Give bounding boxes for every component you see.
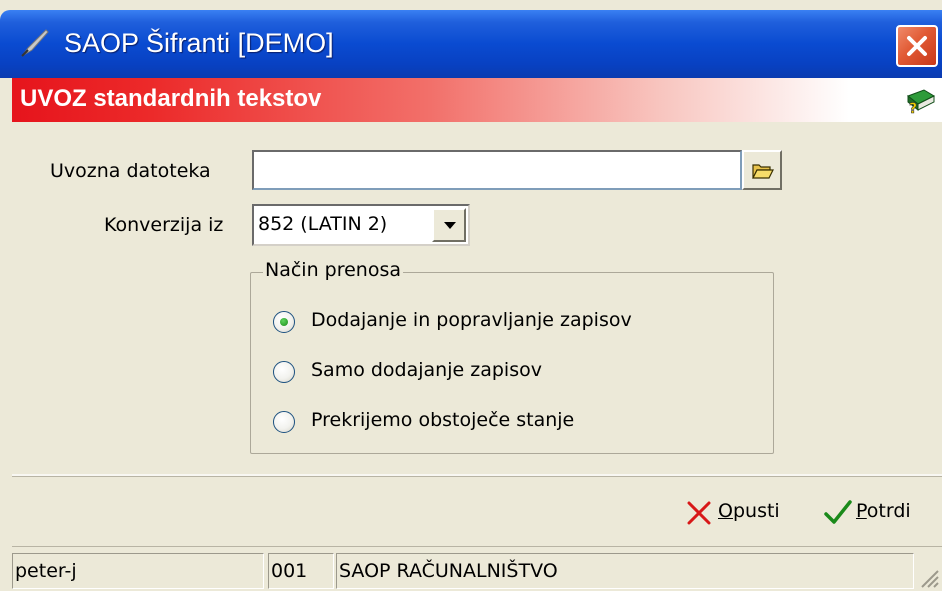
folder-open-icon	[752, 164, 774, 179]
transfer-mode-group: Način prenosa Dodajanje in popravljanje …	[250, 259, 774, 454]
cancel-button[interactable]: Opusti	[686, 498, 798, 530]
browse-button[interactable]	[742, 150, 782, 190]
group-legend: Način prenosa	[263, 259, 404, 281]
import-form: Uvozna datoteka Konverzija iz 852 (LATIN…	[12, 122, 942, 474]
feather-pen-icon	[21, 29, 49, 57]
status-user: peter-j	[12, 553, 264, 589]
cancel-accel: O	[718, 500, 733, 522]
svg-text:?: ?	[909, 101, 917, 117]
cancel-label: pusti	[732, 500, 780, 522]
title-bar[interactable]: SAOP Šifranti [DEMO]	[0, 10, 942, 78]
radio-selected-dot	[280, 318, 288, 326]
radio-label: Prekrijemo obstoječe stanje	[311, 409, 575, 431]
window-title: SAOP Šifranti [DEMO]	[64, 28, 334, 58]
resize-grip-icon[interactable]	[916, 565, 940, 589]
confirm-button[interactable]: Potrdi	[824, 498, 928, 530]
dialog-title: UVOZ standardnih tekstov	[20, 85, 322, 112]
radio-button[interactable]	[273, 311, 295, 333]
dialog-header: UVOZ standardnih tekstov ?	[12, 78, 942, 122]
confirm-accel: P	[856, 500, 867, 522]
status-company-code: 001	[268, 553, 334, 589]
radio-button[interactable]	[273, 411, 295, 433]
red-x-icon	[687, 501, 711, 525]
confirm-label: otrdi	[866, 500, 911, 522]
help-book-icon[interactable]: ?	[902, 82, 938, 118]
radio-button[interactable]	[273, 361, 295, 383]
close-icon	[907, 36, 927, 56]
green-check-icon	[824, 500, 852, 524]
status-bar: peter-j 001 SAOP RAČUNALNIŠTVO	[12, 546, 942, 591]
status-company-name: SAOP RAČUNALNIŠTVO	[336, 553, 914, 589]
import-file-input[interactable]	[252, 150, 742, 190]
radio-label: Dodajanje in popravljanje zapisov	[311, 309, 632, 331]
conversion-select[interactable]: 852 (LATIN 2)	[252, 204, 470, 246]
file-label: Uvozna datoteka	[50, 160, 211, 182]
button-bar: Opusti Potrdi	[12, 474, 942, 546]
close-button[interactable]	[896, 25, 938, 67]
dropdown-button[interactable]	[432, 208, 466, 242]
radio-label: Samo dodajanje zapisov	[311, 359, 542, 381]
application-window: SAOP Šifranti [DEMO] UVOZ standardnih te…	[0, 0, 942, 591]
conversion-label: Konverzija iz	[104, 214, 224, 236]
chevron-down-icon	[444, 222, 456, 229]
conversion-value: 852 (LATIN 2)	[258, 213, 388, 235]
